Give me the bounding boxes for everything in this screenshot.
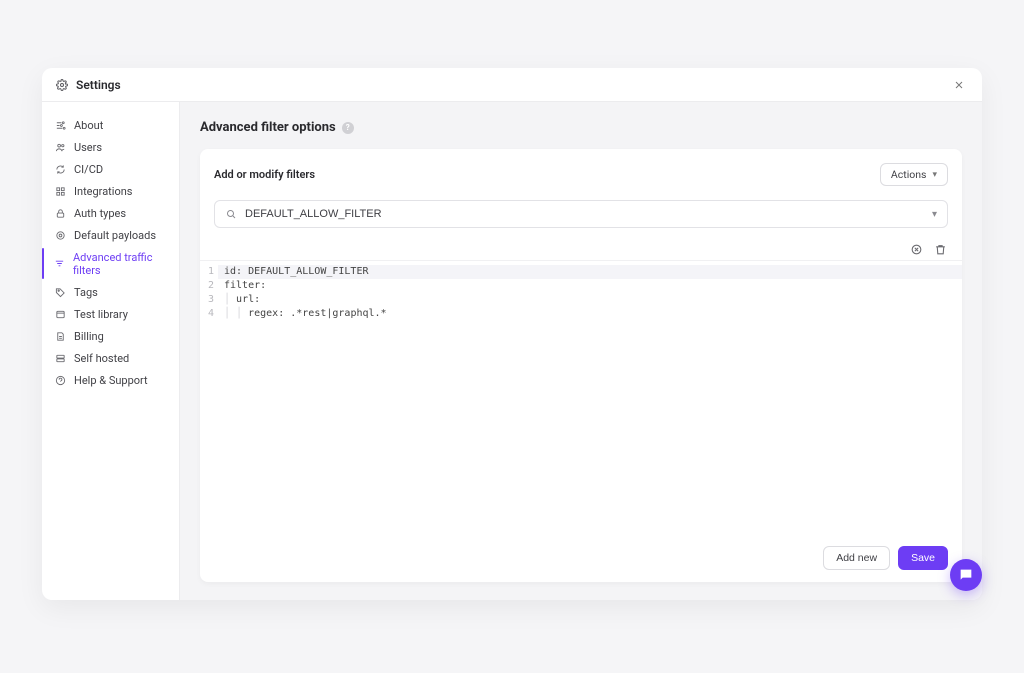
add-new-button[interactable]: Add new	[823, 546, 890, 570]
card-title: Add or modify filters	[214, 168, 315, 181]
code-area[interactable]: id: DEFAULT_ALLOW_FILTER filter: │ url: …	[218, 261, 962, 534]
sliders-icon	[54, 119, 66, 131]
sidebar-item-label: Integrations	[74, 185, 132, 198]
sidebar-item-label: Help & Support	[74, 374, 148, 387]
sidebar-item-label: Billing	[74, 330, 104, 343]
lock-icon	[54, 207, 66, 219]
sidebar: About Users CI/CD Integrations Auth type…	[42, 102, 180, 600]
page-title: Advanced filter options	[200, 120, 336, 135]
sidebar-item-label: Users	[74, 141, 102, 154]
sidebar-item-label: Self hosted	[74, 352, 129, 365]
card-footer: Add new Save	[200, 534, 962, 582]
sidebar-item-advancedfilters[interactable]: Advanced traffic filters	[42, 246, 179, 281]
loop-icon	[54, 163, 66, 175]
sidebar-item-users[interactable]: Users	[42, 136, 179, 158]
chevron-down-icon: ▾	[932, 170, 937, 180]
search-icon	[225, 208, 237, 220]
filter-search-input[interactable]	[245, 208, 924, 220]
sidebar-item-label: Tags	[74, 286, 98, 299]
users-icon	[54, 141, 66, 153]
sidebar-item-integrations[interactable]: Integrations	[42, 180, 179, 202]
page-header: Advanced filter options ?	[180, 102, 982, 149]
line-gutter: 1 2 3 4	[200, 261, 218, 534]
filter-card: Add or modify filters Actions ▾ ▾	[200, 149, 962, 582]
modal-header: Settings	[42, 68, 982, 102]
gear-icon	[56, 79, 68, 91]
reset-icon[interactable]	[910, 242, 924, 256]
code-editor[interactable]: 1 2 3 4 id: DEFAULT_ALLOW_FILTER filter:…	[200, 260, 962, 534]
sidebar-item-label: Test library	[74, 308, 128, 321]
actions-label: Actions	[891, 168, 927, 181]
server-icon	[54, 352, 66, 364]
sidebar-item-label: Default payloads	[74, 229, 156, 242]
grid-icon	[54, 185, 66, 197]
library-icon	[54, 308, 66, 320]
sidebar-item-about[interactable]: About	[42, 114, 179, 136]
actions-dropdown[interactable]: Actions ▾	[880, 163, 948, 186]
main-content: Advanced filter options ? Add or modify …	[180, 102, 982, 600]
filter-icon	[54, 258, 65, 270]
target-icon	[54, 229, 66, 241]
sidebar-item-tags[interactable]: Tags	[42, 281, 179, 303]
billing-icon	[54, 330, 66, 342]
modal-body: About Users CI/CD Integrations Auth type…	[42, 102, 982, 600]
filter-select[interactable]: ▾	[214, 200, 948, 228]
editor-toolbar	[200, 228, 962, 260]
sidebar-item-help[interactable]: Help & Support	[42, 369, 179, 391]
sidebar-item-defaultpayloads[interactable]: Default payloads	[42, 224, 179, 246]
sidebar-item-label: CI/CD	[74, 163, 103, 176]
chat-fab[interactable]	[950, 559, 982, 591]
close-button[interactable]	[950, 76, 968, 94]
help-icon	[54, 374, 66, 386]
modal-title: Settings	[76, 78, 121, 92]
delete-icon[interactable]	[934, 242, 948, 256]
sidebar-item-label: Auth types	[74, 207, 126, 220]
sidebar-item-authtypes[interactable]: Auth types	[42, 202, 179, 224]
sidebar-item-label: About	[74, 119, 103, 132]
sidebar-item-billing[interactable]: Billing	[42, 325, 179, 347]
sidebar-item-testlibrary[interactable]: Test library	[42, 303, 179, 325]
chevron-down-icon: ▾	[932, 209, 937, 220]
sidebar-item-cicd[interactable]: CI/CD	[42, 158, 179, 180]
save-button[interactable]: Save	[898, 546, 948, 570]
sidebar-item-selfhosted[interactable]: Self hosted	[42, 347, 179, 369]
info-icon[interactable]: ?	[342, 122, 354, 134]
tag-icon	[54, 286, 66, 298]
sidebar-item-label: Advanced traffic filters	[73, 251, 167, 277]
settings-modal: Settings About Users CI/CD Integrations	[42, 68, 982, 600]
card-header: Add or modify filters Actions ▾	[200, 149, 962, 196]
